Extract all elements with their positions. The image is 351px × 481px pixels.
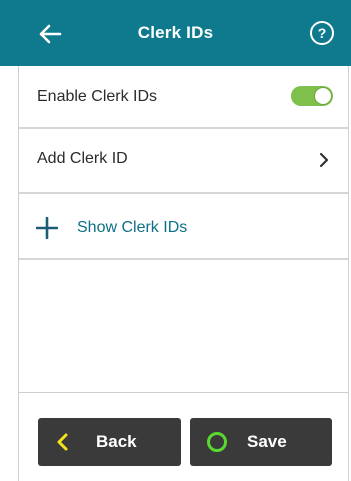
circle-icon [207,432,227,452]
toggle-knob [314,87,332,105]
show-clerk-ids-label: Show Clerk IDs [77,219,188,236]
enable-clerk-ids-label: Enable Clerk IDs [37,88,158,105]
content-frame-right [348,66,349,481]
help-icon[interactable]: ? [310,21,334,45]
show-clerk-ids-row[interactable]: Show Clerk IDs [19,194,348,258]
add-clerk-id-label: Add Clerk ID [37,150,128,167]
back-button[interactable]: Back [38,418,181,466]
save-button[interactable]: Save [190,418,332,466]
chevron-left-icon [57,433,68,451]
back-button-label: Back [96,432,137,451]
enable-clerk-ids-toggle[interactable] [291,86,333,106]
footer-bar: Back Save [19,392,348,481]
add-clerk-id-row[interactable]: Add Clerk ID [19,129,348,192]
chevron-right-icon [319,152,329,168]
enable-clerk-ids-row: Enable Clerk IDs [19,66,348,127]
app-header: Clerk IDs ? [0,0,351,66]
page-title: Clerk IDs [137,23,214,42]
plus-icon [36,217,58,239]
row-divider [19,258,348,260]
save-button-label: Save [247,432,287,451]
